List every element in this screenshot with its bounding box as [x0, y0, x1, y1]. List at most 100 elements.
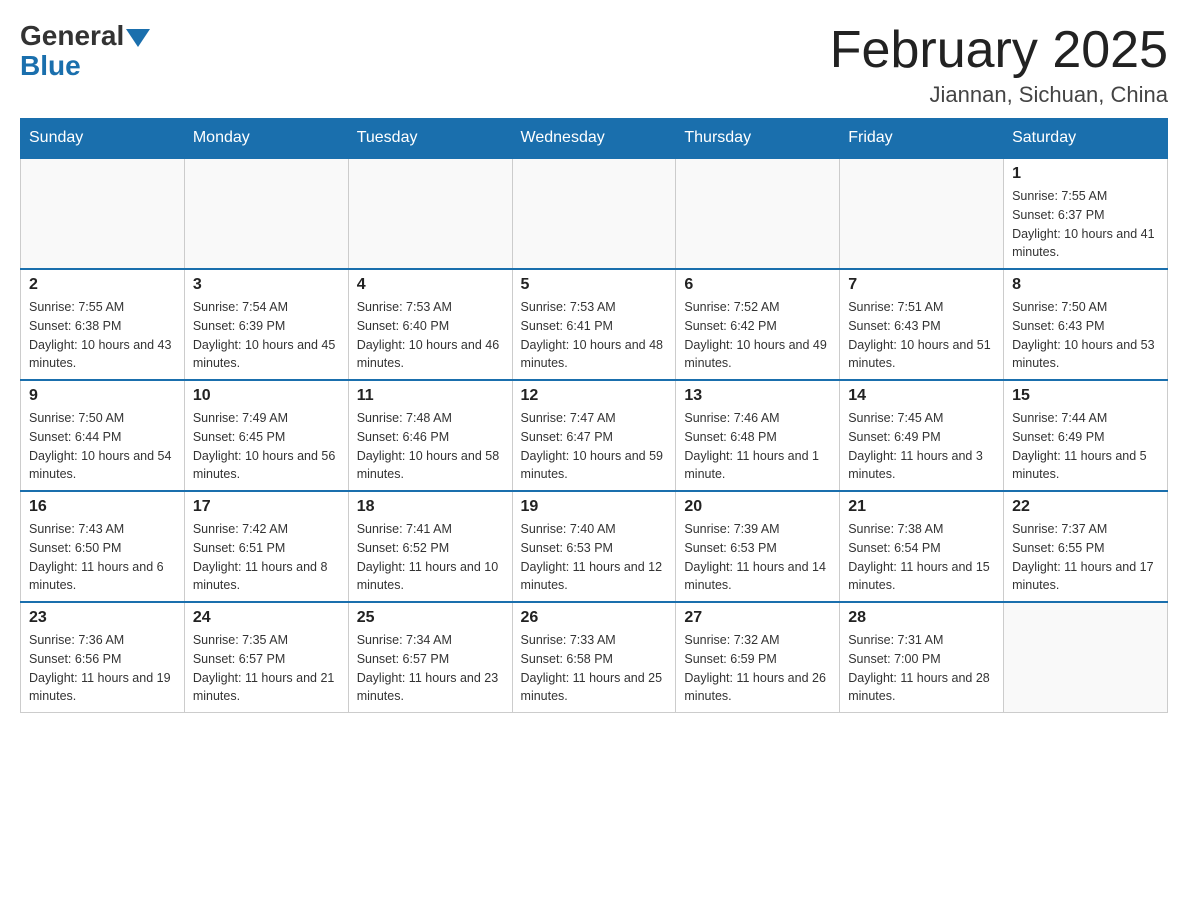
day-number: 9 — [29, 387, 176, 405]
day-info: Sunrise: 7:33 AMSunset: 6:58 PMDaylight:… — [521, 631, 668, 706]
header-friday: Friday — [840, 119, 1004, 159]
header-monday: Monday — [184, 119, 348, 159]
day-info: Sunrise: 7:54 AMSunset: 6:39 PMDaylight:… — [193, 298, 340, 373]
day-info: Sunrise: 7:40 AMSunset: 6:53 PMDaylight:… — [521, 520, 668, 595]
day-info: Sunrise: 7:34 AMSunset: 6:57 PMDaylight:… — [357, 631, 504, 706]
calendar-cell: 16Sunrise: 7:43 AMSunset: 6:50 PMDayligh… — [21, 491, 185, 602]
calendar-cell: 1 Sunrise: 7:55 AMSunset: 6:37 PMDaylight… — [1004, 158, 1168, 269]
day-number: 15 — [1012, 387, 1159, 405]
day-info: Sunrise: 7:41 AMSunset: 6:52 PMDaylight:… — [357, 520, 504, 595]
day-info: Sunrise: 7:53 AMSunset: 6:40 PMDaylight:… — [357, 298, 504, 373]
day-number: 6 — [684, 276, 831, 294]
header-thursday: Thursday — [676, 119, 840, 159]
calendar-cell: 24 Sunrise: 7:35 AMSunset: 6:57 PMDayligh… — [184, 602, 348, 713]
day-number: 13 — [684, 387, 831, 405]
day-info: Sunrise: 7:53 AMSunset: 6:41 PMDaylight:… — [521, 298, 668, 373]
calendar-cell: 11 Sunrise: 7:48 AMSunset: 6:46 PMDayligh… — [348, 380, 512, 491]
calendar-cell: 17 Sunrise: 7:42 AMSunset: 6:51 PMDayligh… — [184, 491, 348, 602]
day-number: 1 — [1012, 165, 1159, 183]
calendar-cell: 28Sunrise: 7:31 AMSunset: 7:00 PMDayligh… — [840, 602, 1004, 713]
day-info: Sunrise: 7:46 AMSunset: 6:48 PMDaylight:… — [684, 409, 831, 484]
logo: General Blue — [20, 20, 150, 82]
day-info: Sunrise: 7:42 AMSunset: 6:51 PMDaylight:… — [193, 520, 340, 595]
day-info: Sunrise: 7:47 AMSunset: 6:47 PMDaylight:… — [521, 409, 668, 484]
day-info: Sunrise: 7:45 AMSunset: 6:49 PMDaylight:… — [848, 409, 995, 484]
page-header: General Blue February 2025 Jiannan, Sich… — [20, 20, 1168, 108]
logo-arrow-icon — [126, 29, 150, 47]
header-wednesday: Wednesday — [512, 119, 676, 159]
day-number: 10 — [193, 387, 340, 405]
day-number: 8 — [1012, 276, 1159, 294]
calendar-cell: 15 Sunrise: 7:44 AMSunset: 6:49 PMDayligh… — [1004, 380, 1168, 491]
calendar-cell: 5 Sunrise: 7:53 AMSunset: 6:41 PMDaylight… — [512, 269, 676, 380]
calendar-cell — [840, 158, 1004, 269]
calendar-subtitle: Jiannan, Sichuan, China — [830, 82, 1168, 108]
day-info: Sunrise: 7:50 AMSunset: 6:44 PMDaylight:… — [29, 409, 176, 484]
calendar-week-row: 16Sunrise: 7:43 AMSunset: 6:50 PMDayligh… — [21, 491, 1168, 602]
calendar-cell — [512, 158, 676, 269]
day-number: 14 — [848, 387, 995, 405]
day-number: 25 — [357, 609, 504, 627]
calendar-cell: 7 Sunrise: 7:51 AMSunset: 6:43 PMDaylight… — [840, 269, 1004, 380]
day-info: Sunrise: 7:51 AMSunset: 6:43 PMDaylight:… — [848, 298, 995, 373]
day-number: 18 — [357, 498, 504, 516]
calendar-cell: 18 Sunrise: 7:41 AMSunset: 6:52 PMDayligh… — [348, 491, 512, 602]
calendar-cell: 23Sunrise: 7:36 AMSunset: 6:56 PMDayligh… — [21, 602, 185, 713]
day-number: 7 — [848, 276, 995, 294]
calendar-cell: 10 Sunrise: 7:49 AMSunset: 6:45 PMDayligh… — [184, 380, 348, 491]
calendar-cell: 13 Sunrise: 7:46 AMSunset: 6:48 PMDayligh… — [676, 380, 840, 491]
calendar-week-row: 1 Sunrise: 7:55 AMSunset: 6:37 PMDaylight… — [21, 158, 1168, 269]
day-info: Sunrise: 7:38 AMSunset: 6:54 PMDaylight:… — [848, 520, 995, 595]
day-info: Sunrise: 7:52 AMSunset: 6:42 PMDaylight:… — [684, 298, 831, 373]
calendar-header-row: SundayMondayTuesdayWednesdayThursdayFrid… — [21, 119, 1168, 159]
calendar-title: February 2025 — [830, 20, 1168, 80]
title-block: February 2025 Jiannan, Sichuan, China — [830, 20, 1168, 108]
calendar-cell: 22 Sunrise: 7:37 AMSunset: 6:55 PMDayligh… — [1004, 491, 1168, 602]
day-info: Sunrise: 7:37 AMSunset: 6:55 PMDaylight:… — [1012, 520, 1159, 595]
day-number: 12 — [521, 387, 668, 405]
day-info: Sunrise: 7:44 AMSunset: 6:49 PMDaylight:… — [1012, 409, 1159, 484]
calendar-cell: 4 Sunrise: 7:53 AMSunset: 6:40 PMDaylight… — [348, 269, 512, 380]
calendar-cell: 14 Sunrise: 7:45 AMSunset: 6:49 PMDayligh… — [840, 380, 1004, 491]
header-saturday: Saturday — [1004, 119, 1168, 159]
calendar-week-row: 9 Sunrise: 7:50 AMSunset: 6:44 PMDaylight… — [21, 380, 1168, 491]
day-number: 24 — [193, 609, 340, 627]
day-info: Sunrise: 7:35 AMSunset: 6:57 PMDaylight:… — [193, 631, 340, 706]
day-number: 17 — [193, 498, 340, 516]
header-tuesday: Tuesday — [348, 119, 512, 159]
calendar-cell — [21, 158, 185, 269]
calendar-week-row: 23Sunrise: 7:36 AMSunset: 6:56 PMDayligh… — [21, 602, 1168, 713]
day-info: Sunrise: 7:39 AMSunset: 6:53 PMDaylight:… — [684, 520, 831, 595]
day-number: 2 — [29, 276, 176, 294]
day-info: Sunrise: 7:55 AMSunset: 6:37 PMDaylight:… — [1012, 187, 1159, 262]
calendar-cell: 20 Sunrise: 7:39 AMSunset: 6:53 PMDayligh… — [676, 491, 840, 602]
day-info: Sunrise: 7:48 AMSunset: 6:46 PMDaylight:… — [357, 409, 504, 484]
day-number: 4 — [357, 276, 504, 294]
calendar-cell: 25 Sunrise: 7:34 AMSunset: 6:57 PMDayligh… — [348, 602, 512, 713]
calendar-week-row: 2Sunrise: 7:55 AMSunset: 6:38 PMDaylight… — [21, 269, 1168, 380]
day-number: 27 — [684, 609, 831, 627]
calendar-table: SundayMondayTuesdayWednesdayThursdayFrid… — [20, 118, 1168, 713]
day-number: 20 — [684, 498, 831, 516]
calendar-cell: 3 Sunrise: 7:54 AMSunset: 6:39 PMDaylight… — [184, 269, 348, 380]
calendar-cell: 6 Sunrise: 7:52 AMSunset: 6:42 PMDaylight… — [676, 269, 840, 380]
header-sunday: Sunday — [21, 119, 185, 159]
day-number: 28 — [848, 609, 995, 627]
day-info: Sunrise: 7:36 AMSunset: 6:56 PMDaylight:… — [29, 631, 176, 706]
calendar-cell — [184, 158, 348, 269]
day-number: 11 — [357, 387, 504, 405]
logo-blue-text: Blue — [20, 50, 81, 82]
day-number: 5 — [521, 276, 668, 294]
day-info: Sunrise: 7:43 AMSunset: 6:50 PMDaylight:… — [29, 520, 176, 595]
day-number: 26 — [521, 609, 668, 627]
day-info: Sunrise: 7:49 AMSunset: 6:45 PMDaylight:… — [193, 409, 340, 484]
day-number: 19 — [521, 498, 668, 516]
calendar-cell: 27 Sunrise: 7:32 AMSunset: 6:59 PMDayligh… — [676, 602, 840, 713]
calendar-cell: 26 Sunrise: 7:33 AMSunset: 6:58 PMDayligh… — [512, 602, 676, 713]
day-number: 22 — [1012, 498, 1159, 516]
day-number: 3 — [193, 276, 340, 294]
calendar-cell: 21Sunrise: 7:38 AMSunset: 6:54 PMDayligh… — [840, 491, 1004, 602]
calendar-cell: 2Sunrise: 7:55 AMSunset: 6:38 PMDaylight… — [21, 269, 185, 380]
calendar-cell — [1004, 602, 1168, 713]
day-info: Sunrise: 7:32 AMSunset: 6:59 PMDaylight:… — [684, 631, 831, 706]
